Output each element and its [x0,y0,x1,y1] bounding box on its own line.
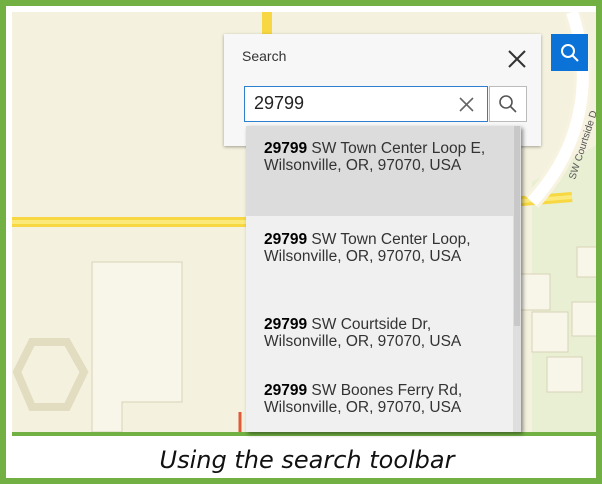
search-toggle-button[interactable] [551,34,588,71]
close-button[interactable] [506,48,528,70]
search-panel-title: Search [242,48,287,64]
caption: Using the search toolbar [159,446,455,474]
search-submit-button[interactable] [489,86,527,122]
scrollbar-thumb[interactable] [514,126,520,326]
suggestions-scrollbar[interactable] [513,126,521,432]
search-input[interactable]: 29799 [244,86,488,122]
search-suggestions-list: 29799 SW Town Center Loop E, Wilsonville… [246,126,521,432]
search-input-value: 29799 [254,93,305,113]
suggestion-item[interactable]: 29799 SW Courtside Dr, Wilsonville, OR, … [246,304,513,370]
search-icon [560,43,579,62]
clear-input-button[interactable] [458,96,475,113]
search-icon [499,95,517,113]
suggestion-item[interactable]: 29799 SW Town Center Loop, Wilsonville, … [246,216,513,304]
screenshot-frame: SW Courtside D Using the search toolbar … [0,0,602,484]
close-icon [508,50,526,68]
suggestion-item[interactable]: 29799 SW Boones Ferry Rd, Wilsonville, O… [246,370,513,432]
suggestion-item[interactable]: 29799 SW Town Center Loop E, Wilsonville… [246,126,513,216]
clear-icon [459,97,474,112]
